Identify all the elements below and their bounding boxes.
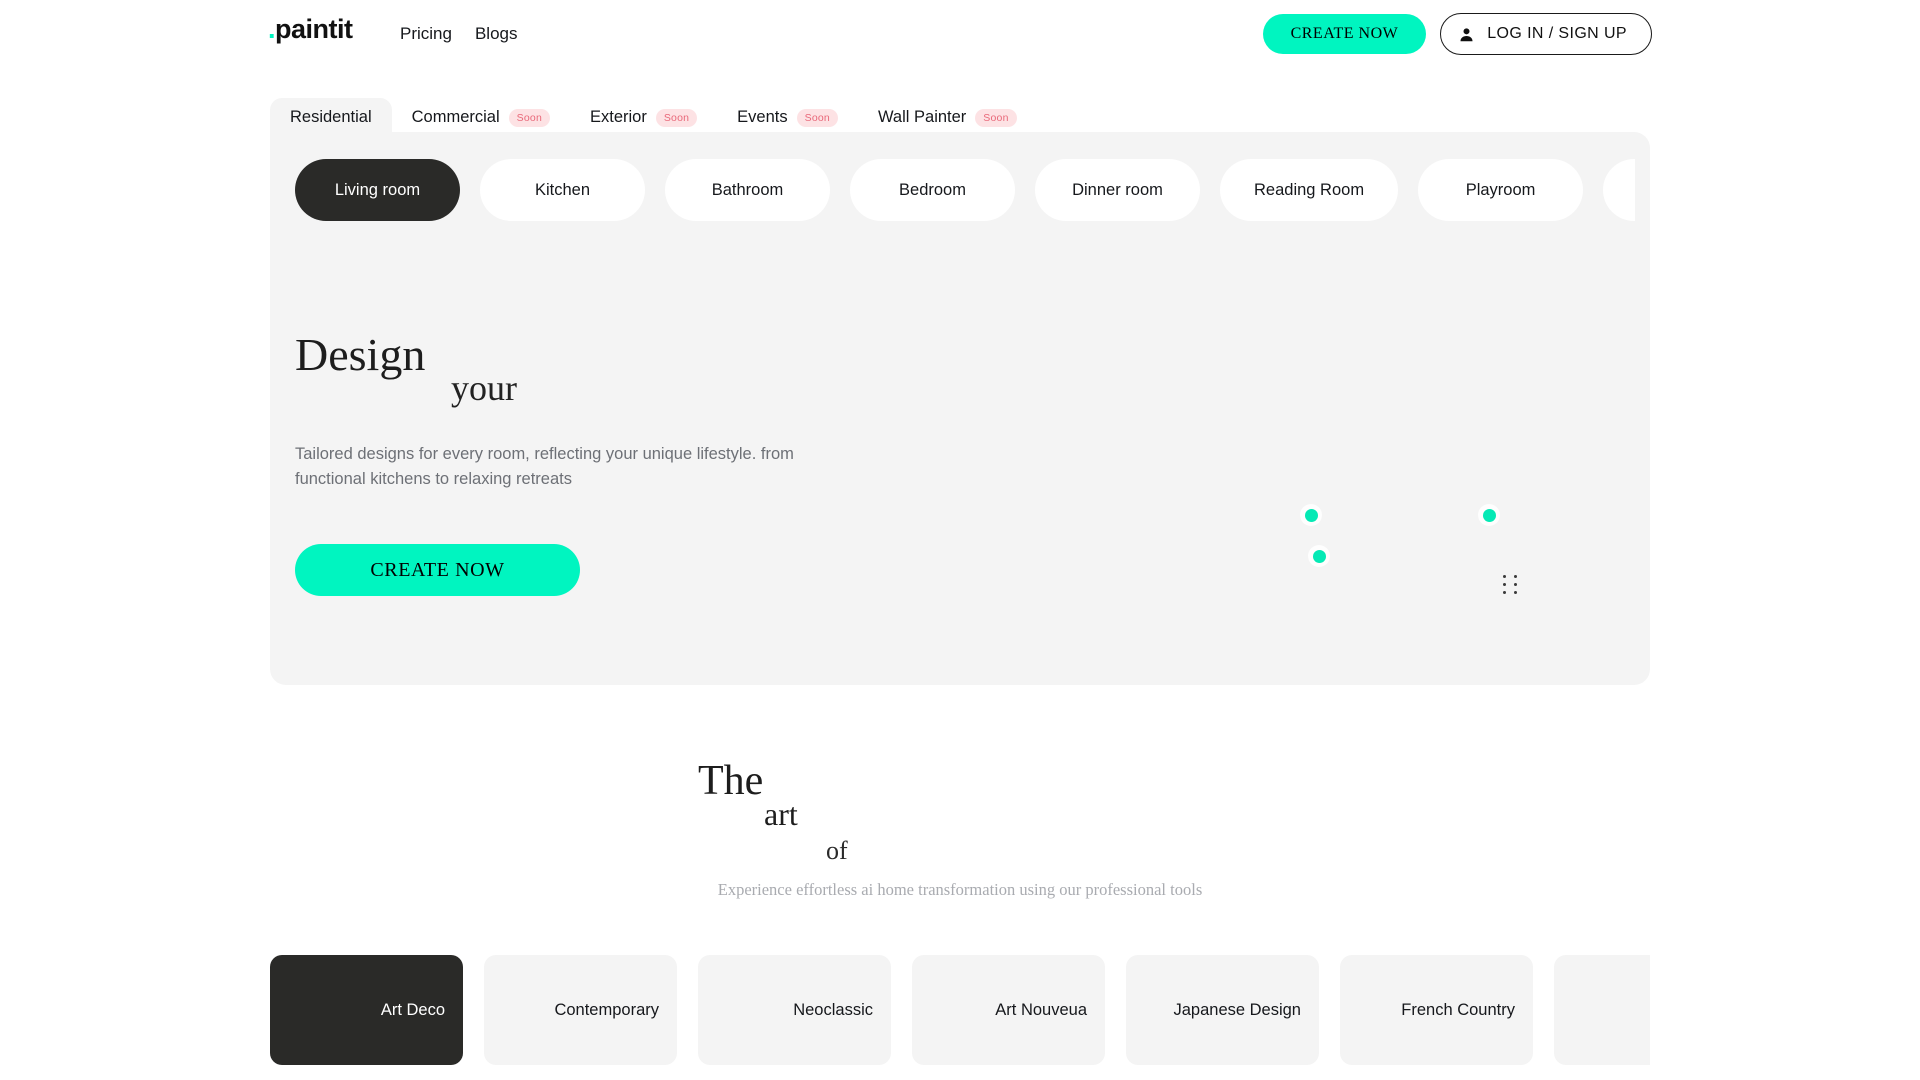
- hero-subtitle: Tailored designs for every room, reflect…: [295, 445, 794, 489]
- room-pill-wardrobe[interactable]: Wardrobe: [1603, 159, 1635, 221]
- style-card-label: Neoclassic: [793, 1000, 873, 1019]
- hero-copy: Design your Tailored designs for every r…: [295, 329, 855, 597]
- art-title-word-3: of: [826, 836, 848, 865]
- room-pill-bedroom[interactable]: Bedroom: [850, 159, 1015, 221]
- style-carousel[interactable]: Art Deco Contemporary Neoclassic Art Nou…: [270, 955, 1650, 1065]
- logo-text: paintit: [275, 14, 353, 44]
- style-card-contemporary[interactable]: Contemporary: [484, 955, 677, 1065]
- room-pill-label: Playroom: [1465, 180, 1536, 199]
- room-pill-label: Reading Room: [1254, 180, 1365, 199]
- room-pill-label: Bathroom: [711, 180, 784, 199]
- main-nav: Pricing Blogs: [400, 24, 518, 44]
- hero-title-word-2: your: [451, 368, 517, 408]
- image-hotspot-marker[interactable]: [1478, 504, 1500, 526]
- style-card-neoclassic[interactable]: Neoclassic: [698, 955, 891, 1065]
- room-pill-reading-room[interactable]: Reading Room: [1220, 159, 1399, 221]
- style-card-japanese-design[interactable]: Japanese Design: [1126, 955, 1319, 1065]
- tab-label: Wall Painter: [877, 108, 967, 126]
- hero-panel: Living room Kitchen Bathroom Bedroom Din…: [270, 132, 1650, 685]
- style-card-label: French Country: [1401, 1000, 1515, 1019]
- tab-label: Events: [737, 108, 788, 126]
- create-now-header-button[interactable]: CREATE NOW: [1262, 14, 1427, 54]
- page-root: . paintit Pricing Blogs CREATE NOW LOG IN…: [0, 0, 1920, 1080]
- style-card-art-deco[interactable]: Art Deco: [270, 955, 463, 1065]
- art-section-title: The art of: [0, 758, 1920, 864]
- image-hotspot-marker[interactable]: [1308, 545, 1330, 567]
- tab-label: Residential: [290, 108, 372, 126]
- room-pill-dinner-room[interactable]: Dinner room: [1035, 159, 1200, 221]
- art-section-subtitle: Experience effortless ai home transforma…: [717, 880, 1203, 899]
- room-type-carousel[interactable]: Living room Kitchen Bathroom Bedroom Din…: [295, 159, 1635, 221]
- room-pill-label: Kitchen: [534, 180, 591, 199]
- style-card-label: Art Nouveua: [995, 1000, 1087, 1019]
- soon-badge: Soon: [655, 108, 698, 127]
- style-card-french-country[interactable]: French Country: [1340, 955, 1533, 1065]
- tab-label: Exterior: [589, 108, 647, 126]
- room-pill-kitchen[interactable]: Kitchen: [480, 159, 645, 221]
- nav-item-pricing[interactable]: Pricing: [400, 24, 452, 44]
- hero-title: Design your: [295, 329, 855, 407]
- create-now-hero-button[interactable]: CREATE NOW: [295, 544, 580, 597]
- room-pill-playroom[interactable]: Playroom: [1418, 159, 1584, 221]
- header-actions: CREATE NOW LOG IN / SIGN UP: [1262, 13, 1652, 55]
- art-section: The art of: [0, 758, 1920, 864]
- user-icon: [1459, 27, 1474, 42]
- room-pill-bathroom[interactable]: Bathroom: [665, 159, 830, 221]
- tab-label: Commercial: [411, 108, 500, 126]
- login-signup-button[interactable]: LOG IN / SIGN UP: [1440, 13, 1652, 55]
- logo[interactable]: . paintit: [268, 16, 353, 43]
- art-title-word-1: The: [698, 758, 764, 804]
- logo-dot-icon: .: [268, 14, 276, 44]
- nav-item-blogs[interactable]: Blogs: [475, 24, 518, 44]
- hero-title-word-1: Design: [295, 329, 426, 380]
- image-hotspot-marker[interactable]: [1300, 504, 1322, 526]
- room-pill-label: Living room: [334, 180, 421, 199]
- style-card-label: Contemporary: [554, 1000, 659, 1019]
- soon-badge: Soon: [975, 108, 1017, 127]
- room-pill-label: Bedroom: [899, 180, 966, 199]
- soon-badge: Soon: [508, 108, 550, 127]
- style-card-label: Japanese Design: [1173, 1000, 1301, 1019]
- login-signup-label: LOG IN / SIGN UP: [1487, 25, 1627, 42]
- drag-handle-icon[interactable]: [1503, 575, 1517, 594]
- art-title-word-2: art: [764, 796, 798, 832]
- style-card-art-nouveua[interactable]: Art Nouveua: [912, 955, 1105, 1065]
- style-card-label: Art Deco: [380, 1000, 445, 1019]
- room-pill-living-room[interactable]: Living room: [295, 159, 460, 221]
- style-card-next-partial[interactable]: [1554, 955, 1650, 1065]
- site-header: . paintit Pricing Blogs CREATE NOW LOG IN…: [0, 0, 1920, 70]
- room-pill-label: Dinner room: [1072, 180, 1163, 199]
- soon-badge: Soon: [796, 108, 838, 127]
